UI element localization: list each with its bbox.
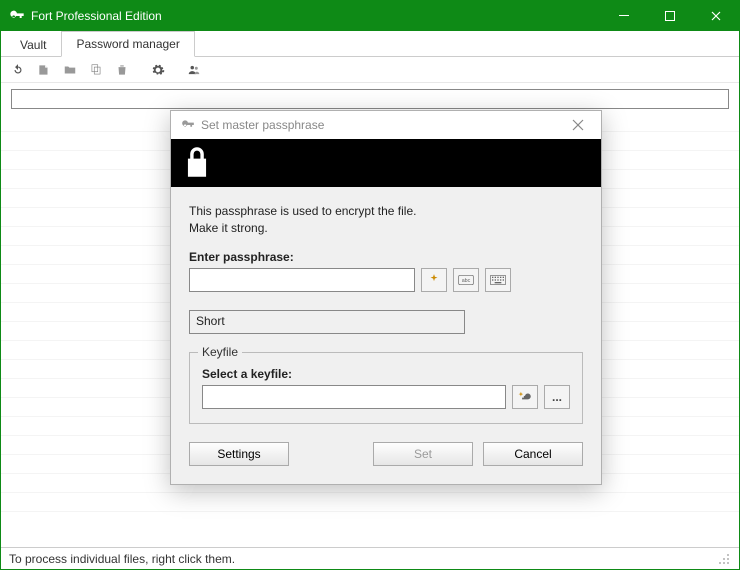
dialog-body: This passphrase is used to encrypt the f… — [171, 187, 601, 438]
lock-icon — [183, 145, 211, 182]
show-passphrase-button[interactable]: abc — [453, 268, 479, 292]
browse-keyfile-button[interactable]: ... — [544, 385, 570, 409]
passphrase-strength-indicator: Short — [189, 310, 465, 334]
keyfile-fieldset: Keyfile Select a keyfile: ... — [189, 352, 583, 424]
generate-passphrase-button[interactable] — [421, 268, 447, 292]
passphrase-input[interactable] — [189, 268, 415, 292]
svg-text:abc: abc — [462, 278, 471, 284]
search-row — [1, 83, 739, 113]
close-button[interactable] — [693, 1, 739, 31]
keyfile-row: ... — [202, 385, 570, 409]
copy-icon[interactable] — [85, 59, 107, 81]
folder-icon[interactable] — [59, 59, 81, 81]
enter-passphrase-label: Enter passphrase: — [189, 250, 583, 264]
resize-grip-icon[interactable] — [717, 552, 731, 566]
settings-gear-icon[interactable] — [147, 59, 169, 81]
maximize-button[interactable] — [647, 1, 693, 31]
dialog-header — [171, 139, 601, 187]
search-input[interactable] — [11, 89, 729, 109]
dialog-close-button[interactable] — [565, 112, 591, 138]
refresh-icon[interactable] — [7, 59, 29, 81]
tab-password-manager[interactable]: Password manager — [61, 31, 194, 57]
dialog-buttons: Settings Set Cancel — [171, 438, 601, 484]
trash-icon[interactable] — [111, 59, 133, 81]
user-group-icon[interactable] — [183, 59, 205, 81]
passphrase-row: abc — [189, 268, 583, 292]
toolbar — [1, 57, 739, 83]
statusbar: To process individual files, right click… — [1, 547, 739, 569]
set-master-passphrase-dialog: Set master passphrase This passphrase is… — [170, 110, 602, 485]
keyfile-input[interactable] — [202, 385, 506, 409]
settings-button[interactable]: Settings — [189, 442, 289, 466]
virtual-keyboard-button[interactable] — [485, 268, 511, 292]
dialog-key-icon — [181, 118, 195, 132]
generate-keyfile-button[interactable] — [512, 385, 538, 409]
cancel-button[interactable]: Cancel — [483, 442, 583, 466]
dialog-description: This passphrase is used to encrypt the f… — [189, 203, 583, 238]
titlebar: Fort Professional Edition — [1, 1, 739, 31]
keyfile-legend: Keyfile — [198, 345, 242, 359]
keyfile-label: Select a keyfile: — [202, 367, 570, 381]
main-window: Fort Professional Edition Vault Password… — [0, 0, 740, 570]
minimize-button[interactable] — [601, 1, 647, 31]
tab-vault[interactable]: Vault — [5, 32, 61, 57]
new-entry-icon[interactable] — [33, 59, 55, 81]
app-key-icon — [9, 8, 25, 24]
window-title: Fort Professional Edition — [31, 9, 601, 23]
dialog-title: Set master passphrase — [201, 118, 565, 132]
window-controls — [601, 1, 739, 31]
status-text: To process individual files, right click… — [9, 552, 235, 566]
tab-strip: Vault Password manager — [1, 31, 739, 57]
dialog-titlebar: Set master passphrase — [171, 111, 601, 139]
set-button[interactable]: Set — [373, 442, 473, 466]
